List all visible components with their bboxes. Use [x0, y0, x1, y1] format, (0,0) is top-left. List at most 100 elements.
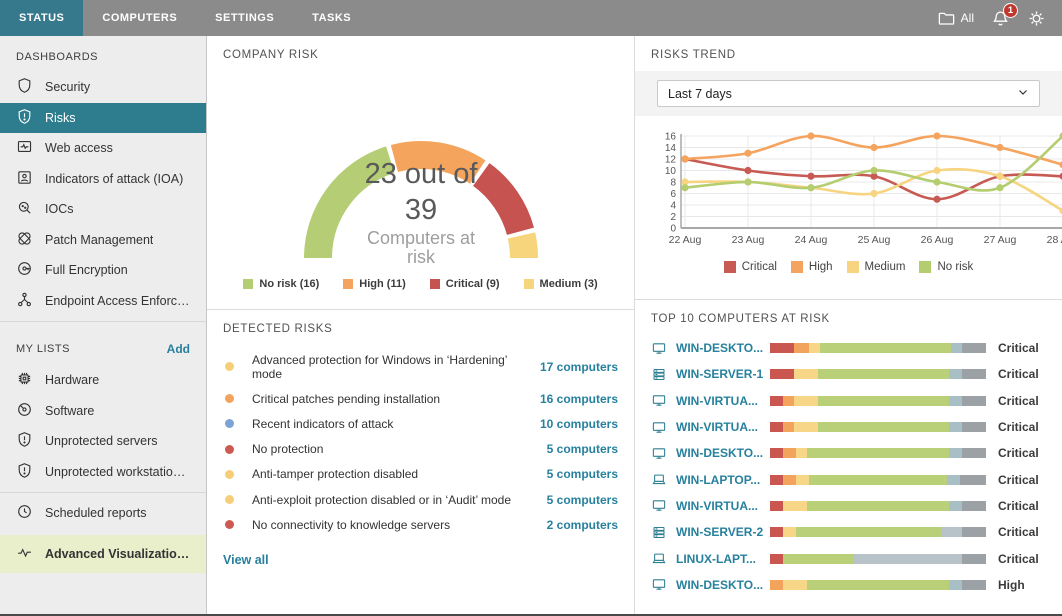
legend-item: High (11) — [343, 278, 405, 290]
computer-row: WIN-LAPTOP... Critical — [651, 466, 1046, 492]
risks-trend-legend: CriticalHighMediumNo risk — [651, 261, 1046, 273]
computer-name-link[interactable]: WIN-SERVER-1 — [676, 367, 764, 381]
sidebar-item-scheduled-reports[interactable]: Scheduled reports — [0, 498, 206, 529]
detected-risk-row: No protection5 computers — [223, 437, 618, 462]
bar-segment-green — [818, 369, 950, 379]
risk-count-link[interactable]: 5 computers — [547, 442, 618, 456]
risk-label: No connectivity to knowledge servers — [252, 518, 547, 532]
computer-name-link[interactable]: WIN-VIRTUA... — [676, 394, 764, 408]
risk-severity-dot-icon — [225, 520, 234, 529]
bar-segment-lightgray — [941, 527, 963, 537]
desktop-icon — [651, 446, 668, 461]
sidebar-item-endpoint-access[interactable]: Endpoint Access Enforcement — [0, 286, 206, 317]
risk-count-link[interactable]: 17 computers — [540, 360, 618, 374]
notifications-button[interactable]: 1 — [991, 9, 1010, 28]
sidebar-item-risks[interactable]: Risks — [0, 103, 206, 134]
legend-swatch — [724, 261, 736, 273]
risk-distribution-bar — [770, 369, 986, 379]
bar-segment-gray — [962, 369, 986, 379]
bar-segment-gray — [960, 475, 986, 485]
risk-count-link[interactable]: 5 computers — [547, 467, 618, 481]
nav-right-group: All 1 — [937, 0, 1062, 36]
risk-level-label: Critical — [998, 473, 1046, 487]
sidebar-item-ioa[interactable]: Indicators of attack (IOA) — [0, 164, 206, 195]
risk-distribution-bar — [770, 343, 986, 353]
sidebar-item-unprotected-workstations[interactable]: Unprotected workstations... — [0, 457, 206, 488]
sidebar-item-hardware[interactable]: Hardware — [0, 365, 206, 396]
computer-row: WIN-DESKTO...Critical — [651, 440, 1046, 466]
sidebar-item-patch-management[interactable]: Patch Management — [0, 225, 206, 256]
risk-count-link[interactable]: 5 computers — [547, 493, 618, 507]
view-all-link[interactable]: View all — [223, 553, 618, 567]
bar-segment-red — [770, 396, 783, 406]
risk-count-link[interactable]: 2 computers — [547, 518, 618, 532]
computer-name-link[interactable]: WIN-DESKTO... — [676, 446, 764, 460]
gear-icon — [1027, 9, 1046, 28]
date-range-value: Last 7 days — [668, 87, 732, 101]
pulse-icon — [16, 544, 33, 564]
computer-name-link[interactable]: WIN-DESKTO... — [676, 578, 764, 592]
svg-text:16: 16 — [665, 132, 677, 143]
bar-segment-bluegray — [947, 475, 960, 485]
risks-trend-title: RISKS TREND — [651, 49, 1046, 61]
bar-segment-green — [809, 475, 947, 485]
dashboards-header: DASHBOARDS — [0, 36, 206, 72]
detected-risk-row: No connectivity to knowledge servers2 co… — [223, 512, 618, 537]
bar-segment-orange — [783, 448, 796, 458]
computer-name-link[interactable]: WIN-VIRTUA... — [676, 420, 764, 434]
computer-row: WIN-DESKTO...Critical — [651, 335, 1046, 361]
detected-risks-title: DETECTED RISKS — [223, 323, 618, 335]
computer-name-link[interactable]: WIN-SERVER-2 — [676, 525, 764, 539]
add-list-link[interactable]: Add — [167, 342, 190, 356]
bar-segment-gray — [962, 422, 986, 432]
bar-segment-gray — [962, 554, 986, 564]
bar-segment-green — [820, 343, 952, 353]
risk-count-link[interactable]: 10 computers — [540, 417, 618, 431]
computer-name-link[interactable]: LINUX-LAPT... — [676, 552, 764, 566]
range-band: Last 7 days — [635, 71, 1062, 116]
tab-computers[interactable]: COMPUTERS — [83, 0, 196, 36]
risk-count-link[interactable]: 16 computers — [540, 392, 618, 406]
encryption-disk-icon — [16, 260, 33, 280]
sidebar-item-web-access[interactable]: Web access — [0, 133, 206, 164]
sidebar-item-full-encryption[interactable]: Full Encryption — [0, 255, 206, 286]
bar-segment-bluegray — [951, 343, 962, 353]
sidebar-item-iocs[interactable]: IOCs — [0, 194, 206, 225]
tab-status[interactable]: STATUS — [0, 0, 83, 36]
desktop-icon — [651, 393, 668, 408]
gauge-segment-medium — [522, 235, 524, 258]
group-filter-button[interactable]: All — [937, 9, 974, 28]
shield-alert-icon — [16, 462, 33, 482]
bar-segment-gray — [962, 527, 986, 537]
bar-segment-red — [770, 448, 783, 458]
bar-segment-bluegray — [949, 422, 962, 432]
company-risk-title: COMPANY RISK — [223, 49, 618, 61]
sidebar-item-software[interactable]: Software — [0, 396, 206, 427]
sidebar-item-security[interactable]: Security — [0, 72, 206, 103]
folder-filter-label: All — [961, 11, 974, 25]
sidebar-item-advanced-visualization[interactable]: Advanced Visualization T... — [0, 535, 206, 573]
computer-name-link[interactable]: WIN-DESKTO... — [676, 341, 764, 355]
gauge-center-line2: 39 — [405, 194, 437, 226]
sidebar-item-unprotected-servers[interactable]: Unprotected servers — [0, 426, 206, 457]
bar-segment-orange — [783, 396, 794, 406]
date-range-select[interactable]: Last 7 days — [657, 80, 1040, 107]
computer-name-link[interactable]: WIN-VIRTUA... — [676, 499, 764, 513]
server-icon — [651, 367, 668, 382]
svg-text:27 Aug: 27 Aug — [984, 234, 1017, 246]
risk-distribution-bar — [770, 554, 986, 564]
risk-distribution-bar — [770, 580, 986, 590]
computer-name-link[interactable]: WIN-LAPTOP... — [676, 473, 764, 487]
bar-segment-bluegray — [949, 448, 962, 458]
bar-segment-green — [796, 527, 941, 537]
risks-trend-panel: RISKS TREND Last 7 days 024681012141622 … — [635, 36, 1062, 300]
tab-settings[interactable]: SETTINGS — [196, 0, 293, 36]
settings-gear-button[interactable] — [1027, 9, 1046, 28]
bar-segment-lightgray — [854, 554, 962, 564]
tab-tasks[interactable]: TASKS — [293, 0, 370, 36]
notification-badge: 1 — [1003, 3, 1018, 18]
top-computers-panel: TOP 10 COMPUTERS AT RISK WIN-DESKTO...Cr… — [635, 300, 1062, 614]
svg-text:22 Aug: 22 Aug — [669, 234, 702, 246]
legend-label: No risk (16) — [259, 278, 319, 290]
patch-icon — [16, 230, 33, 250]
